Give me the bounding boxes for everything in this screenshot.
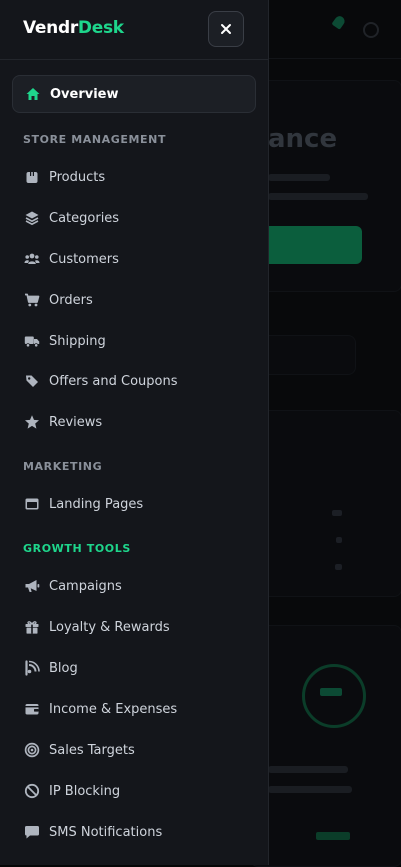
background-text-line <box>268 786 352 793</box>
nav-item-label: Blog <box>49 660 78 676</box>
nav-item-label: Categories <box>49 210 120 226</box>
background-card <box>250 410 401 597</box>
block-icon <box>24 783 40 799</box>
nav-item-customers[interactable]: Customers <box>12 243 256 275</box>
background-text-line <box>268 193 368 200</box>
background-value <box>335 564 342 570</box>
user-menu-icon <box>363 22 379 38</box>
nav-item-label: Shipping <box>49 333 106 349</box>
message-icon <box>24 824 40 840</box>
nav-item-products[interactable]: Products <box>12 161 256 193</box>
nav-item-label: IP Blocking <box>49 783 121 799</box>
nav-item-loyalty-rewards[interactable]: Loyalty & Rewards <box>12 611 256 643</box>
background-heading-fragment: ance <box>268 124 338 154</box>
layers-icon <box>24 210 40 226</box>
nav-item-blog[interactable]: Blog <box>12 652 256 684</box>
section-title-marketing: MARKETING <box>23 460 103 473</box>
nav-item-offers-and-coupons[interactable]: Offers and Coupons <box>12 365 256 397</box>
background-text-line <box>268 766 348 773</box>
blog-icon <box>24 660 40 676</box>
nav-item-label: Landing Pages <box>49 496 144 512</box>
nav-item-label: Campaigns <box>49 578 122 594</box>
tag-icon <box>24 373 40 389</box>
home-icon <box>25 86 41 102</box>
drawer-header: VendrDesk <box>0 0 268 60</box>
notification-icon <box>330 14 348 32</box>
background-value <box>336 537 342 543</box>
nav-item-label: Sales Targets <box>49 742 135 758</box>
section-title-growth-tools: GROWTH TOOLS <box>23 542 131 555</box>
box-icon <box>24 169 40 185</box>
nav-item-shipping[interactable]: Shipping <box>12 325 256 357</box>
nav-item-label: Overview <box>50 86 119 102</box>
background-progress-ring <box>302 664 366 728</box>
background-text-line <box>268 174 330 181</box>
close-drawer-button[interactable] <box>208 11 244 47</box>
nav-item-label: Products <box>49 169 106 185</box>
nav-item-sms-notifications[interactable]: SMS Notifications <box>12 816 256 848</box>
close-icon <box>218 21 234 37</box>
nav-item-ip-blocking[interactable]: IP Blocking <box>12 775 256 807</box>
background-value <box>332 510 342 516</box>
nav-item-sales-targets[interactable]: Sales Targets <box>12 734 256 766</box>
cart-icon <box>24 292 40 308</box>
nav-item-categories[interactable]: Categories <box>12 202 256 234</box>
target-icon <box>24 742 40 758</box>
nav-item-campaigns[interactable]: Campaigns <box>12 570 256 602</box>
brand-logo[interactable]: VendrDesk <box>23 18 124 38</box>
section-title-store-management: STORE MANAGEMENT <box>23 133 167 146</box>
nav-item-label: SMS Notifications <box>49 824 163 840</box>
nav-item-label: Customers <box>49 251 119 267</box>
nav-item-label: Offers and Coupons <box>49 373 178 389</box>
nav-item-reviews[interactable]: Reviews <box>12 406 256 438</box>
navigation-drawer: VendrDesk Overview STORE MANAGEMENT Prod… <box>0 0 269 865</box>
brand-logo-part1: Vendr <box>23 18 78 38</box>
truck-icon <box>24 333 40 349</box>
nav-item-orders[interactable]: Orders <box>12 284 256 316</box>
star-icon <box>24 414 40 430</box>
nav-item-income-expenses[interactable]: Income & Expenses <box>12 693 256 725</box>
background-link <box>316 832 350 840</box>
browser-icon <box>24 496 40 512</box>
users-icon <box>24 251 40 267</box>
brand-logo-part2: Desk <box>77 18 124 38</box>
nav-item-label: Income & Expenses <box>49 701 178 717</box>
background-card <box>250 625 401 867</box>
nav-item-label: Reviews <box>49 414 103 430</box>
nav-item-landing-pages[interactable]: Landing Pages <box>12 488 256 520</box>
nav-item-label: Loyalty & Rewards <box>49 619 170 635</box>
wallet-icon <box>24 701 40 717</box>
megaphone-icon <box>24 578 40 594</box>
background-cta-button <box>262 226 362 264</box>
gift-icon <box>24 619 40 635</box>
background-progress-value <box>320 688 342 696</box>
nav-item-overview[interactable]: Overview <box>12 75 256 113</box>
nav-item-label: Orders <box>49 292 93 308</box>
